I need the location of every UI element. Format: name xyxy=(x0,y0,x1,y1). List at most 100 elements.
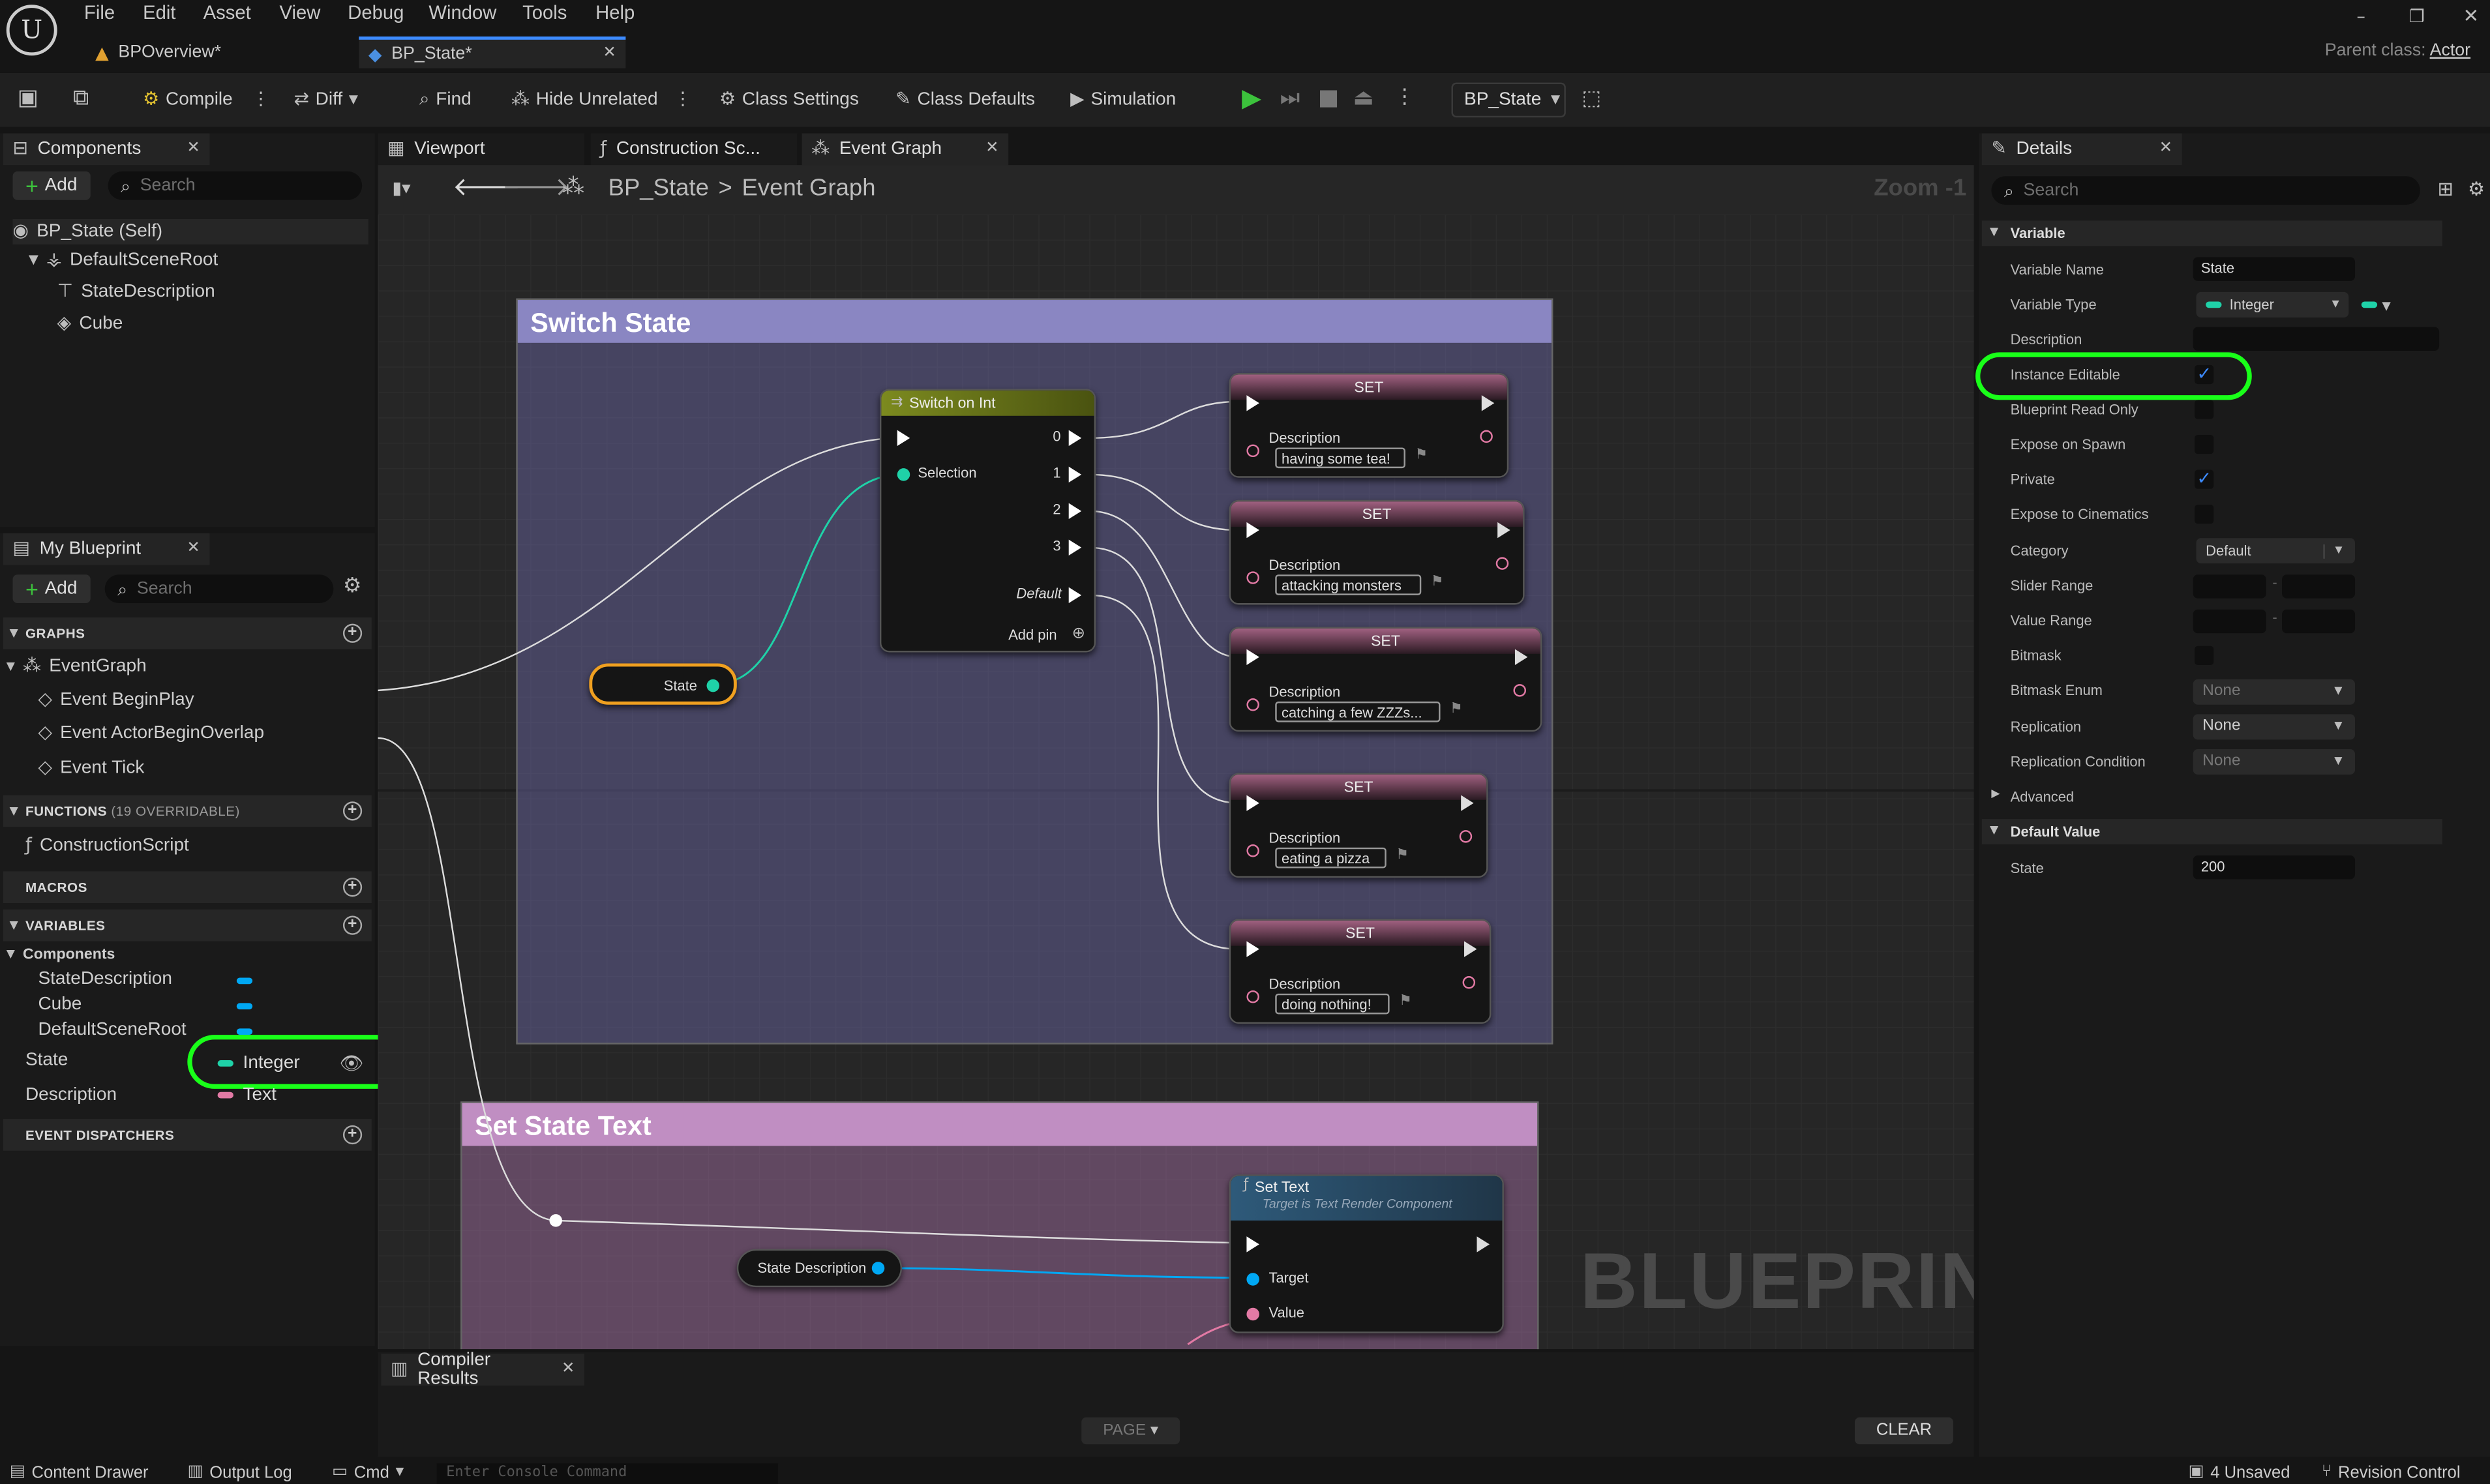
exec-in-pin[interactable] xyxy=(1246,649,1259,665)
close-tab-icon[interactable]: ✕ xyxy=(187,541,200,557)
menu-file[interactable]: File xyxy=(84,1,115,23)
menu-debug[interactable]: Debug xyxy=(348,1,404,23)
description-out-pin[interactable] xyxy=(1513,684,1526,697)
menu-view[interactable]: View xyxy=(280,1,321,23)
exec-out-pin[interactable] xyxy=(1477,1236,1490,1253)
eject-icon[interactable]: ⏏ xyxy=(1353,87,1374,110)
exec-out-pin[interactable] xyxy=(1497,522,1510,539)
stop-icon[interactable]: ■ xyxy=(1318,87,1339,110)
event-actorbeginoverlap[interactable]: ◇ Event ActorBeginOverlap xyxy=(38,723,264,743)
function-constructionscript[interactable]: ƒ ConstructionScript xyxy=(25,836,189,855)
description-in-pin[interactable] xyxy=(1246,844,1259,857)
localization-flag-icon[interactable]: ⚑ xyxy=(1415,449,1428,464)
variables-section-header[interactable]: ▼ VARIABLES + xyxy=(3,909,372,942)
blueprint-read-only-checkbox[interactable] xyxy=(2195,400,2214,419)
add-function-icon[interactable]: + xyxy=(342,801,363,821)
unreal-logo-icon[interactable]: U xyxy=(6,5,57,56)
debug-object-dropdown[interactable]: BP_State ▾ xyxy=(1451,82,1566,118)
variable-state[interactable]: State xyxy=(25,1050,68,1069)
class-settings-button[interactable]: ⚙ Class Settings xyxy=(719,85,859,114)
description-value-field[interactable]: eating a pizza xyxy=(1275,847,1387,868)
menu-help[interactable]: Help xyxy=(595,1,635,23)
components-search-input[interactable]: ⌕ Search xyxy=(108,171,363,200)
event-beginplay[interactable]: ◇ Event BeginPlay xyxy=(38,690,194,709)
parent-class-link[interactable]: Actor xyxy=(2430,41,2471,60)
step-icon[interactable]: ⏭ xyxy=(1280,87,1300,110)
output-log-button[interactable]: ▥ Output Log xyxy=(187,1460,292,1484)
set-text-node[interactable]: ƒ Set Text Target is Text Render Componen… xyxy=(1229,1174,1504,1333)
add-dispatcher-icon[interactable]: + xyxy=(342,1125,363,1145)
exec-out-pin[interactable] xyxy=(1481,395,1495,411)
component-self[interactable]: ◉ BP_State (Self) xyxy=(12,218,368,245)
variable-description[interactable]: Description xyxy=(25,1086,117,1105)
description-out-pin[interactable] xyxy=(1495,557,1509,570)
exec-in-pin[interactable] xyxy=(1246,941,1259,957)
component-cube[interactable]: ◈ Cube xyxy=(57,314,123,333)
cmd-dropdown[interactable]: ▭ Cmd ▾ xyxy=(332,1460,404,1484)
console-command-input[interactable]: Enter Console Command xyxy=(436,1463,779,1484)
description-value-field[interactable]: catching a few ZZZs... xyxy=(1275,701,1441,722)
expose-on-spawn-checkbox[interactable] xyxy=(2195,434,2214,454)
debug-filter-icon[interactable]: ⬚ xyxy=(1582,89,1601,110)
default-state-field[interactable]: 200 xyxy=(2193,855,2356,880)
exec-out-1-pin[interactable] xyxy=(1068,466,1082,483)
state-description-out-pin[interactable] xyxy=(871,1262,885,1275)
tab-construction-script[interactable]: ƒ Construction Sc... xyxy=(590,133,798,166)
description-out-pin[interactable] xyxy=(1459,830,1473,843)
graph-canvas[interactable]: Switch State Set State Text ⇉ Switch on I… xyxy=(378,214,1974,1350)
component-statedescription[interactable]: ⊤ StateDescription xyxy=(57,282,215,302)
set-description-node[interactable]: SET Description eating a pizza ⚑ xyxy=(1229,773,1488,878)
close-tab-icon[interactable]: ✕ xyxy=(985,140,998,157)
compile-button[interactable]: ⚙ Compile ⋮ xyxy=(143,85,270,114)
functions-section-header[interactable]: ▼ FUNCTIONS (19 OVERRIDABLE) + xyxy=(3,795,372,827)
bitmask-checkbox[interactable] xyxy=(2195,646,2214,665)
macros-section-header[interactable]: MACROS + xyxy=(3,871,372,904)
exec-out-0-pin[interactable] xyxy=(1068,430,1082,447)
exec-out-pin[interactable] xyxy=(1514,649,1528,665)
find-button[interactable]: ⌕ Find xyxy=(419,85,472,114)
value-range-max-field[interactable] xyxy=(2282,609,2356,634)
set-description-node[interactable]: SET Description doing nothing! ⚑ xyxy=(1229,919,1492,1024)
settings-gear-icon[interactable]: ⚙ xyxy=(2468,179,2485,198)
close-tab-icon[interactable]: ✕ xyxy=(603,45,616,62)
description-in-pin[interactable] xyxy=(1246,571,1259,584)
container-type-dropdown[interactable]: ▾ xyxy=(2361,292,2403,318)
dispatchers-section-header[interactable]: EVENT DISPATCHERS + xyxy=(3,1119,372,1151)
set-description-node[interactable]: SET Description catching a few ZZZs... ⚑ xyxy=(1229,627,1542,732)
save-icon[interactable]: ▣ xyxy=(18,87,38,110)
clear-button[interactable]: CLEAR xyxy=(1855,1417,1953,1445)
advanced-expander[interactable]: ▶ Advanced xyxy=(1982,779,2442,814)
category-dropdown[interactable]: Default ▾ xyxy=(2196,538,2356,564)
description-in-pin[interactable] xyxy=(1246,444,1259,458)
variable-category-header[interactable]: ▼ Variable xyxy=(1981,220,2442,246)
component-defaultsceneroot[interactable]: ▼ ⚶ DefaultSceneRoot xyxy=(29,250,218,270)
table-view-icon[interactable]: ⊞ xyxy=(2438,179,2454,198)
close-tab-icon[interactable]: ✕ xyxy=(2159,140,2172,157)
expose-cinematics-checkbox[interactable] xyxy=(2195,505,2214,524)
description-value-field[interactable]: having some tea! xyxy=(1275,447,1405,469)
minimize-icon[interactable]: – xyxy=(2356,8,2365,25)
exec-in-pin[interactable] xyxy=(1246,522,1259,539)
play-icon[interactable]: ▶ xyxy=(1242,85,1261,111)
details-tab[interactable]: ✎ Details ✕ xyxy=(1981,133,2182,166)
localization-flag-icon[interactable]: ⚑ xyxy=(1450,702,1463,717)
value-pin[interactable] xyxy=(1246,1307,1259,1321)
state-description-getter-node[interactable]: State Description xyxy=(736,1249,903,1288)
selection-pin[interactable] xyxy=(897,468,910,481)
description-in-pin[interactable] xyxy=(1246,990,1259,1003)
variable-statedescription[interactable]: StateDescription xyxy=(38,970,172,988)
add-macro-icon[interactable]: + xyxy=(342,878,363,897)
close-tab-icon[interactable]: ✕ xyxy=(562,1361,575,1378)
add-graph-icon[interactable]: + xyxy=(342,623,363,643)
hide-unrelated-button[interactable]: ⁂ Hide Unrelated ⋮ xyxy=(511,85,692,114)
variable-type-dropdown[interactable]: Integer ▾ xyxy=(2196,291,2349,318)
my-blueprint-add-button[interactable]: + Add xyxy=(12,574,90,604)
components-tab[interactable]: ⊟ Components ✕ xyxy=(3,133,210,166)
close-tab-icon[interactable]: ✕ xyxy=(187,140,200,157)
description-out-pin[interactable] xyxy=(1480,430,1493,443)
localization-flag-icon[interactable]: ⚑ xyxy=(1396,848,1409,863)
description-field[interactable] xyxy=(2193,327,2440,351)
description-out-pin[interactable] xyxy=(1462,976,1476,989)
state-getter-node[interactable]: State xyxy=(589,663,737,705)
components-category[interactable]: ▼ Components xyxy=(7,946,115,964)
